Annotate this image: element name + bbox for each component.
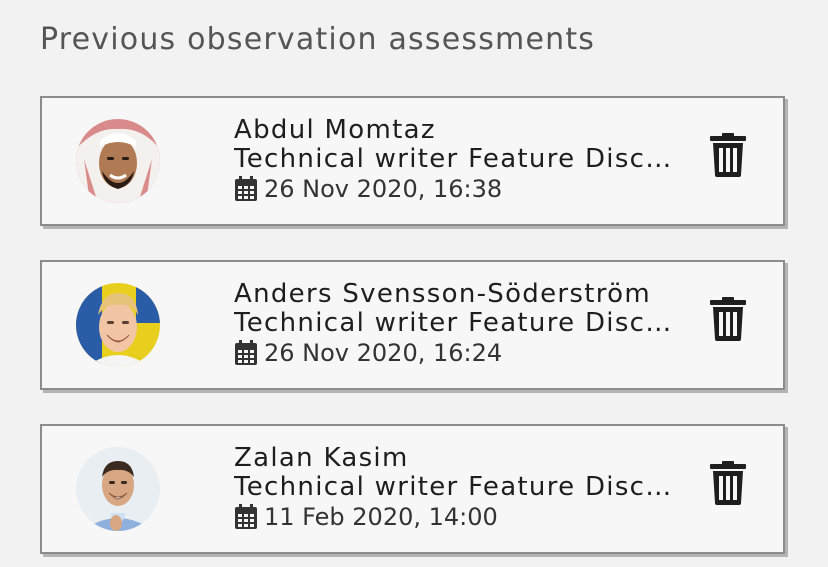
assessment-date-row: 11 Feb 2020, 14:00 [234, 502, 674, 532]
assessment-description: Technical writer Feature Discussion [234, 309, 674, 338]
assessment-info: Anders Svensson-Söderström Technical wri… [234, 280, 674, 368]
assessment-date: 11 Feb 2020, 14:00 [264, 503, 498, 531]
assessment-date-row: 26 Nov 2020, 16:24 [234, 338, 674, 368]
assessment-date: 26 Nov 2020, 16:24 [264, 339, 503, 367]
assessment-date: 26 Nov 2020, 16:38 [264, 175, 503, 203]
calendar-icon [234, 176, 258, 202]
trash-icon[interactable] [710, 461, 746, 505]
avatar [76, 119, 160, 203]
assessment-card[interactable]: Abdul Momtaz Technical writer Feature Di… [40, 96, 785, 226]
assessment-card[interactable]: Zalan Kasim Technical writer Feature Dis… [40, 424, 785, 554]
trash-icon[interactable] [710, 133, 746, 177]
section-title: Previous observation assessments [40, 22, 596, 57]
trash-icon[interactable] [710, 297, 746, 341]
observer-name: Anders Svensson-Söderström [234, 280, 651, 309]
assessment-card[interactable]: Anders Svensson-Söderström Technical wri… [40, 260, 785, 390]
observer-name: Abdul Momtaz [234, 116, 436, 145]
calendar-icon [234, 504, 258, 530]
calendar-icon [234, 340, 258, 366]
avatar [76, 283, 160, 367]
assessments-page: Previous observation assessments Abdul M… [0, 0, 828, 567]
assessment-description: Technical writer Feature Discussion [234, 145, 674, 174]
assessment-info: Zalan Kasim Technical writer Feature Dis… [234, 444, 674, 532]
assessment-info: Abdul Momtaz Technical writer Feature Di… [234, 116, 674, 204]
assessment-date-row: 26 Nov 2020, 16:38 [234, 174, 674, 204]
avatar [76, 447, 160, 531]
observer-name: Zalan Kasim [234, 444, 409, 473]
assessment-description: Technical writer Feature Discussion [234, 473, 674, 502]
